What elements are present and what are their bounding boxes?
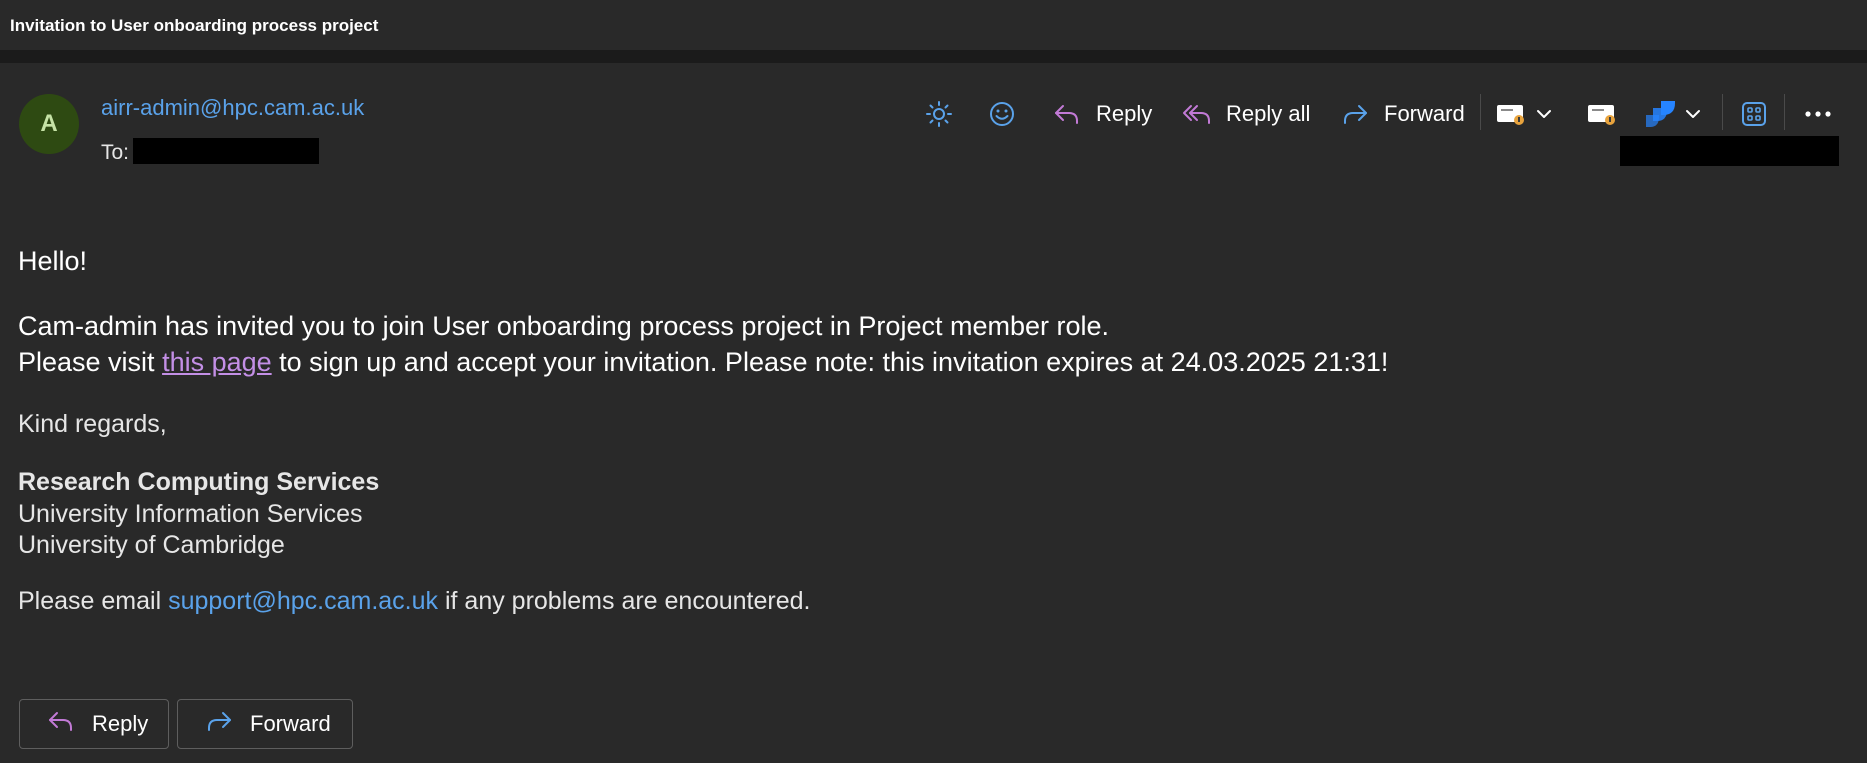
closing: Kind regards,	[18, 410, 167, 438]
title-separator	[0, 50, 1867, 63]
reply-button[interactable]: Reply	[1052, 92, 1152, 136]
reactions-button[interactable]	[988, 92, 1016, 136]
redacted-date	[1620, 136, 1839, 166]
support-suffix: if any problems are encountered.	[438, 587, 811, 615]
more-actions-button[interactable]	[1804, 92, 1832, 136]
greeting: Hello!	[18, 246, 88, 276]
apps-grid-icon	[1741, 101, 1767, 127]
forward-icon	[204, 707, 234, 741]
title-bar: Invitation to User onboarding process pr…	[0, 0, 1867, 50]
chevron-down-icon	[1536, 106, 1552, 122]
redacted-recipient	[133, 138, 319, 164]
toolbar-divider	[1784, 94, 1785, 130]
window-title: Invitation to User onboarding process pr…	[10, 16, 379, 35]
support-text: Please email support@hpc.cam.ac.uk if an…	[18, 587, 810, 616]
addin-card-icon	[1496, 101, 1526, 127]
toolbar-divider	[1480, 94, 1481, 130]
signature-university: University of Cambridge	[18, 531, 285, 559]
reply-all-button[interactable]: Reply all	[1182, 92, 1310, 136]
smiley-icon	[988, 100, 1016, 128]
to-label: To:	[101, 141, 130, 164]
instructions-text: Please visit this page to sign up and ac…	[18, 347, 1388, 378]
signature-org: Research Computing Services	[18, 468, 380, 496]
apps-button[interactable]	[1741, 92, 1767, 136]
instructions-prefix: Please visit	[18, 347, 163, 377]
support-prefix: Please email	[18, 587, 169, 615]
footer-forward-label: Forward	[250, 711, 331, 736]
footer-forward-button[interactable]: Forward	[177, 699, 353, 749]
forward-icon	[1340, 100, 1370, 128]
theme-toggle-button[interactable]	[925, 92, 953, 136]
addin-dropdown-button[interactable]	[1496, 92, 1552, 136]
toolbar-divider	[1722, 94, 1723, 130]
recipient-row: To:	[101, 141, 129, 165]
message-toolbar: Reply Reply all Forward	[0, 92, 1867, 136]
forward-button[interactable]: Forward	[1340, 92, 1465, 136]
reply-label: Reply	[1096, 101, 1153, 126]
instructions-suffix: to sign up and accept your invitation. P…	[271, 347, 1389, 377]
reply-icon	[1052, 100, 1082, 128]
footer-reply-button[interactable]: Reply	[19, 699, 169, 749]
footer-reply-label: Reply	[92, 711, 149, 736]
signature-department: University Information Services	[18, 500, 363, 528]
forward-label: Forward	[1384, 101, 1465, 126]
invitation-text: Cam-admin has invited you to join User o…	[18, 311, 1110, 341]
addin-button[interactable]	[1587, 92, 1617, 136]
reply-icon	[46, 707, 76, 741]
jira-icon	[1645, 99, 1677, 129]
reply-all-icon	[1182, 100, 1212, 128]
support-email-link[interactable]: support@hpc.cam.ac.uk	[168, 587, 438, 615]
signup-link[interactable]: this page	[162, 347, 272, 377]
more-icon	[1804, 109, 1832, 119]
reply-all-label: Reply all	[1226, 101, 1311, 126]
sun-icon	[925, 100, 953, 128]
chevron-down-icon	[1685, 106, 1701, 122]
jira-addin-button[interactable]	[1645, 92, 1701, 136]
addin-card-icon	[1587, 101, 1617, 127]
